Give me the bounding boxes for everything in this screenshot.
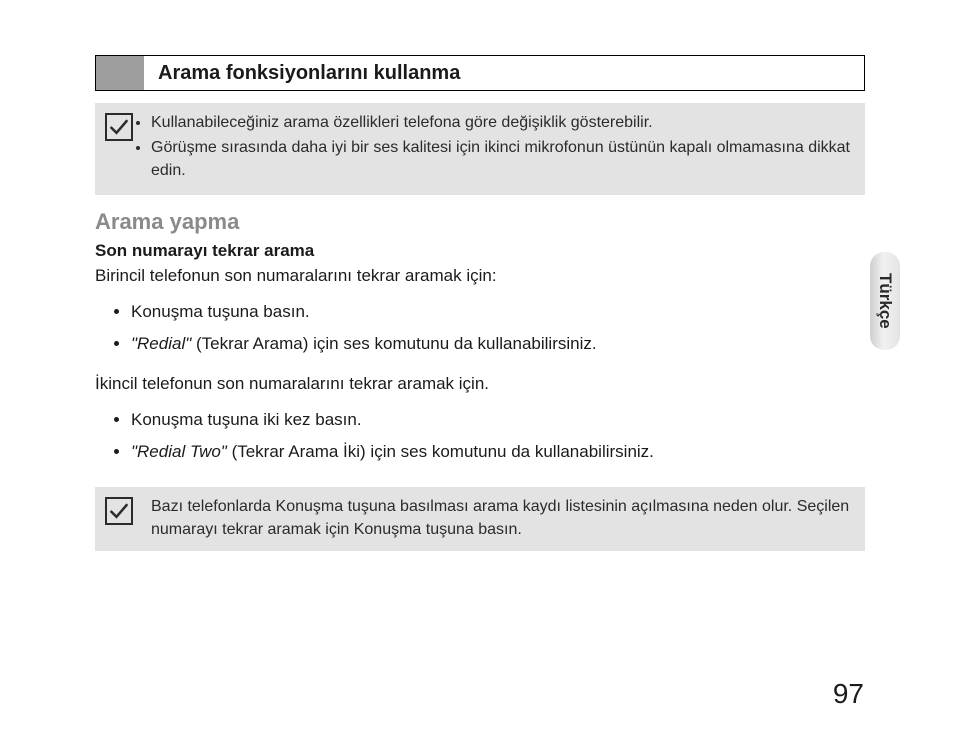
paragraph: İkincil telefonun son numaralarını tekra… [95, 371, 865, 397]
list-item: "Redial Two" (Tekrar Arama İki) için ses… [131, 436, 865, 468]
note2-text: Bazı telefonlarda Konuşma tuşuna basılma… [145, 495, 851, 541]
list-item: Konuşma tuşuna iki kez basın. [131, 404, 865, 436]
checkmark-icon [109, 501, 129, 521]
page-number: 97 [833, 678, 864, 710]
check-square-icon [105, 113, 133, 141]
body-list-1: Konuşma tuşuna basın. "Redial" (Tekrar A… [95, 296, 865, 361]
side-tab-label: Türkçe [875, 273, 895, 329]
note-icon-2 [105, 495, 145, 525]
section-title: Arama fonksiyonlarını kullanma [144, 56, 864, 90]
redial-quote: "Redial" [131, 334, 191, 353]
redial-two-quote: "Redial Two" [131, 442, 227, 461]
subheading: Arama yapma [95, 209, 865, 235]
check-square-icon [105, 497, 133, 525]
note1-list: Kullanabileceğiniz arama özellikleri tel… [145, 111, 851, 185]
note-box-2: Bazı telefonlarda Konuşma tuşuna basılma… [95, 487, 865, 551]
list-item-text: (Tekrar Arama İki) için ses komutunu da … [227, 442, 654, 461]
titlebar-slab [96, 56, 144, 90]
page-content: Arama fonksiyonlarını kullanma Kullanabi… [95, 55, 865, 551]
note-box-1: Kullanabileceğiniz arama özellikleri tel… [95, 103, 865, 195]
note1-item: Kullanabileceğiniz arama özellikleri tel… [151, 111, 851, 134]
list-item: Konuşma tuşuna basın. [131, 296, 865, 328]
body-list-2: Konuşma tuşuna iki kez basın. "Redial Tw… [95, 404, 865, 469]
list-item-text: (Tekrar Arama) için ses komutunu da kull… [191, 334, 596, 353]
section-titlebar: Arama fonksiyonlarını kullanma [95, 55, 865, 91]
paragraph: Birincil telefonun son numaralarını tekr… [95, 263, 865, 289]
subsub-heading: Son numarayı tekrar arama [95, 241, 865, 261]
list-item: "Redial" (Tekrar Arama) için ses komutun… [131, 328, 865, 360]
language-side-tab: Türkçe [870, 252, 900, 350]
note1-item: Görüşme sırasında daha iyi bir ses kalit… [151, 136, 851, 182]
checkmark-icon [109, 117, 129, 137]
